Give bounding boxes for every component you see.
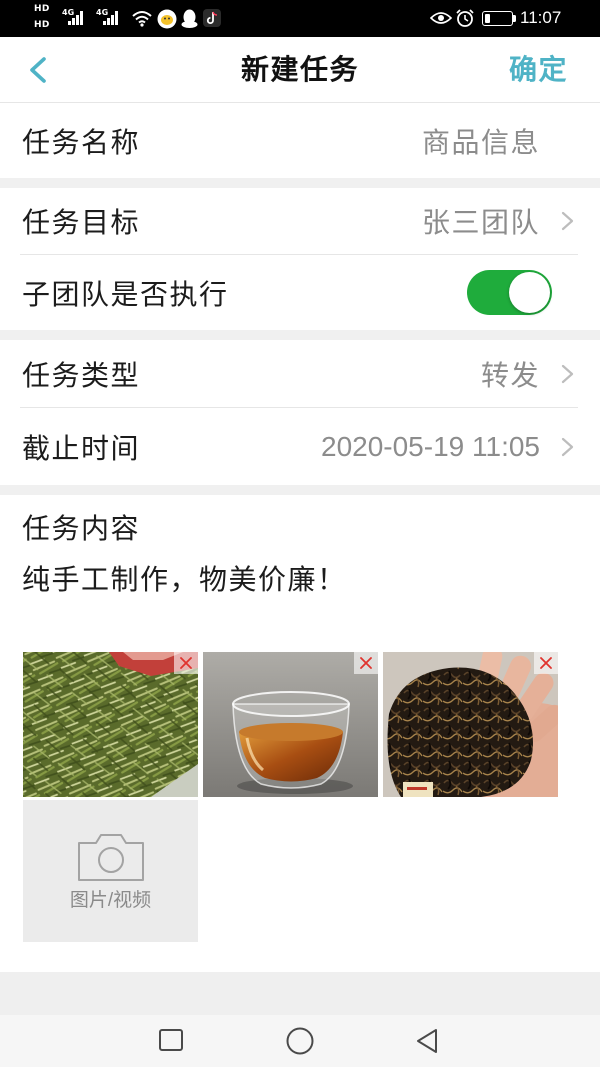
page-footer-area — [0, 972, 600, 1015]
home-button[interactable] — [278, 1021, 322, 1061]
signal-icon — [103, 11, 118, 25]
task-content-label: 任务内容 — [22, 513, 141, 544]
task-type-row[interactable]: 任务类型 转发 — [0, 340, 600, 407]
recents-button[interactable] — [150, 1021, 194, 1061]
task-name-row: 任务名称 — [0, 103, 600, 178]
system-back-button[interactable] — [405, 1021, 449, 1061]
switch-knob — [509, 272, 550, 313]
delete-photo-button[interactable] — [534, 652, 558, 674]
task-type-label: 任务类型 — [22, 359, 141, 391]
qq-icon — [181, 9, 198, 28]
task-target-label: 任务目标 — [22, 207, 141, 238]
alarm-icon — [456, 9, 474, 27]
signal-icon — [68, 11, 83, 25]
close-icon — [540, 657, 552, 669]
deadline-value: 2020-05-19 11:05 — [321, 430, 540, 462]
title-bar: 新建任务 确定 — [0, 37, 600, 103]
task-target-value: 张三团队 — [421, 207, 540, 238]
wifi-icon — [132, 11, 152, 27]
system-nav-bar — [0, 1015, 600, 1067]
chevron-right-icon — [561, 211, 574, 231]
task-type-value: 转发 — [480, 359, 540, 391]
chick-app-icon — [157, 9, 177, 29]
task-name-input[interactable] — [300, 124, 540, 157]
add-media-button[interactable]: 图片/视频 — [23, 800, 198, 942]
tiktok-icon — [203, 9, 221, 27]
subteam-execute-row: 子团队是否执行 — [0, 255, 600, 330]
section-separator — [0, 178, 600, 188]
subteam-execute-switch[interactable] — [467, 270, 552, 315]
camera-icon — [78, 834, 144, 881]
delete-photo-button[interactable] — [174, 652, 198, 674]
status-bar: HD HD 4G 4G 11:07 — [0, 0, 600, 37]
confirm-button[interactable]: 确定 — [509, 37, 568, 102]
hd-badge-sim1: HD — [34, 4, 50, 14]
photo-thumbnail[interactable] — [383, 652, 558, 797]
task-name-label: 任务名称 — [22, 126, 141, 158]
close-icon — [360, 657, 372, 669]
close-icon — [180, 657, 192, 669]
square-recents-icon — [159, 1029, 183, 1051]
chevron-right-icon — [561, 364, 574, 383]
task-content-textarea[interactable]: 纯手工制作，物美价廉！ — [22, 560, 578, 600]
photo-image — [383, 652, 558, 797]
task-form: 任务名称 任务目标 张三团队 子团队是否执行 任务类型 转发 截止时间 — [0, 103, 600, 495]
back-button[interactable] — [22, 51, 56, 89]
add-media-label: 图片/视频 — [69, 890, 152, 911]
deadline-row[interactable]: 截止时间 2020-05-19 11:05 — [0, 408, 600, 485]
hd-badge-sim2: HD — [34, 20, 50, 30]
battery-level-fill — [485, 14, 490, 23]
task-target-row[interactable]: 任务目标 张三团队 — [0, 188, 600, 254]
section-separator — [0, 485, 600, 495]
task-content-section: 任务内容 纯手工制作，物美价廉！ 图片/视频 — [0, 495, 600, 972]
photo-image — [203, 652, 378, 797]
circle-home-icon — [286, 1027, 314, 1055]
delete-photo-button[interactable] — [354, 652, 378, 674]
photo-image — [23, 652, 198, 797]
chevron-left-icon — [30, 57, 46, 83]
battery-icon — [482, 11, 517, 26]
subteam-execute-label: 子团队是否执行 — [22, 278, 229, 310]
chevron-right-icon — [561, 437, 574, 456]
eye-comfort-icon — [430, 12, 452, 24]
triangle-back-icon — [417, 1029, 437, 1053]
photo-thumbnail[interactable] — [23, 652, 198, 797]
status-time: 11:07 — [520, 8, 562, 27]
section-separator — [0, 330, 600, 340]
deadline-label: 截止时间 — [22, 432, 141, 464]
photo-thumbnail[interactable] — [203, 652, 378, 797]
